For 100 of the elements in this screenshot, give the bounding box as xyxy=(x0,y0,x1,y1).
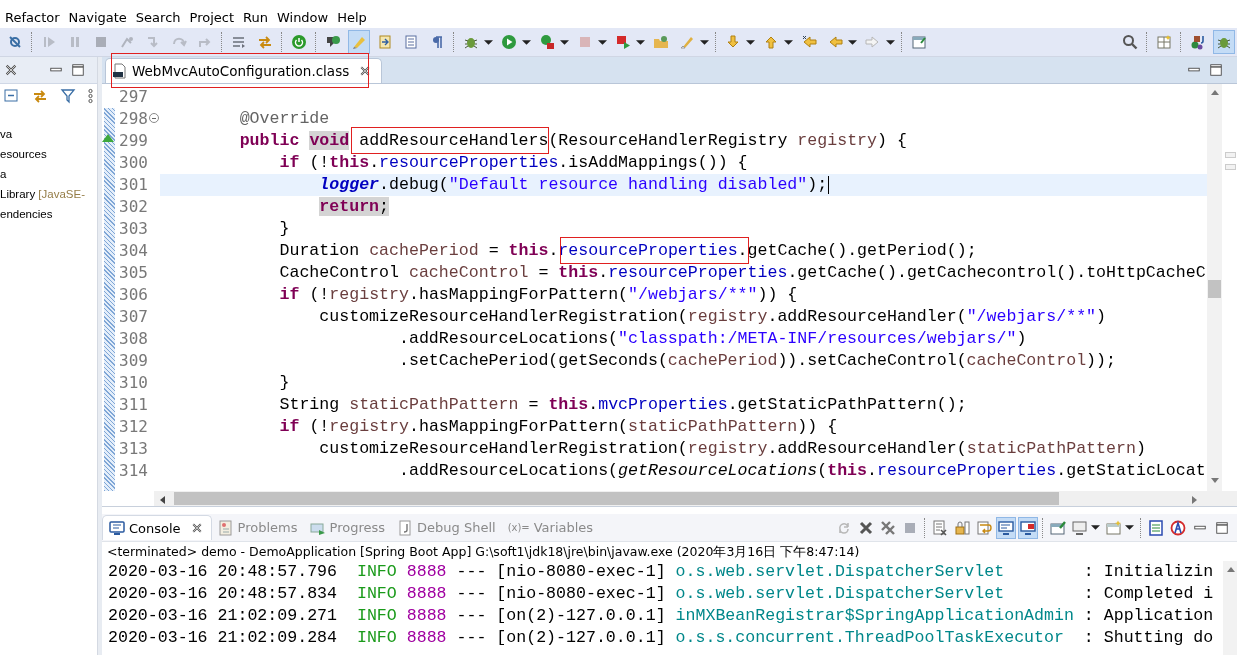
run-config-icon xyxy=(539,34,555,50)
caret-icon xyxy=(1125,525,1134,530)
search-icon xyxy=(1122,34,1138,50)
line-number: 307 xyxy=(118,306,149,328)
close-icon xyxy=(4,63,18,77)
line-number: 299 xyxy=(116,130,160,152)
console-status: <terminated> demo - DemoApplication [Spring Boot App] G:\soft1\jdk18\jre\bin\javaw.exe (2020年3月16日 下午8:47:14) xyxy=(106,543,861,561)
code-line: .addResourceLocations("classpath:/META-INF/resources/webjars/") xyxy=(398,329,1027,348)
code-line: public void addResourceHandlers(ResourceHandlerRegistry registry) { xyxy=(160,131,907,150)
problems-icon xyxy=(217,519,234,536)
tree-item[interactable]: va xyxy=(0,124,13,144)
document-icon xyxy=(397,519,413,536)
log-line: 2020-03-16 21:02:09.271 INFO 8888 --- [on(2)-127.0.0.1] inMXBeanRegistrar$SpringApplicationAdmin : Application xyxy=(108,605,1215,627)
dropdown-button[interactable] xyxy=(1091,525,1100,530)
power-icon xyxy=(291,34,307,50)
maximize-icon xyxy=(1215,520,1229,535)
dropdown-button[interactable] xyxy=(560,39,569,45)
clear-console-icon xyxy=(932,519,948,536)
window-icon xyxy=(911,34,927,50)
remove-all-icon xyxy=(880,519,896,536)
pin-console-icon xyxy=(1050,519,1066,536)
menu-item[interactable]: Window xyxy=(275,9,335,25)
code-line: } xyxy=(278,373,290,392)
code-line: customizeResourceHandlerRegistration(registry.addResourceHandler(staticPathPattern) xyxy=(318,439,1146,458)
line-number: 304 xyxy=(118,240,149,262)
output-console-button[interactable] xyxy=(996,516,1016,539)
output-console-icon xyxy=(998,519,1014,536)
code-line: customizeResourceHandlerRegistration(registry.addResourceHandler("/webjars/**") xyxy=(318,307,1107,326)
code-line: if (!registry.hasMappingForPattern("/webjars/**")) { xyxy=(278,285,798,304)
dropdown-button[interactable] xyxy=(1125,525,1134,530)
dropdown-button[interactable] xyxy=(522,39,531,45)
line-number: 298 xyxy=(116,108,160,130)
highlighter-button[interactable] xyxy=(348,30,370,54)
menu-item[interactable]: Help xyxy=(336,9,373,25)
line-number: 312 xyxy=(118,416,149,438)
error-console-button[interactable] xyxy=(1018,516,1038,539)
dropdown-button[interactable] xyxy=(484,39,493,45)
code-line: logger.debug("Default resource handling disabled"); xyxy=(318,175,830,194)
caret-icon xyxy=(636,39,645,45)
line-number: 302 xyxy=(118,196,149,218)
link-arrows-icon xyxy=(32,88,48,104)
highlighter-icon xyxy=(351,34,367,50)
dropdown-button[interactable] xyxy=(598,39,607,45)
dropdown-button[interactable] xyxy=(700,39,709,45)
menu-item[interactable]: Run xyxy=(242,9,274,25)
caret-icon xyxy=(886,39,895,45)
stop-icon xyxy=(577,34,593,50)
code-line: Duration cachePeriod = this.resourceProperties.getCache().getPeriod(); xyxy=(160,241,977,260)
line-number: 306 xyxy=(118,284,149,306)
caret-icon xyxy=(522,39,531,45)
caret-icon xyxy=(848,39,857,45)
line-number: 303 xyxy=(118,218,149,240)
line-number: 313 xyxy=(118,438,149,460)
text-cursor xyxy=(828,175,830,194)
line-number: 300 xyxy=(118,152,149,174)
code-line: CacheControl cacheControl = this.resourceProperties.getCache().getCachecontrol().toHttpCacheC xyxy=(278,263,1206,282)
line-number: 314 xyxy=(118,460,149,482)
arrow-up-icon xyxy=(763,34,779,50)
dropdown-button[interactable] xyxy=(784,39,793,45)
swap-arrows-icon xyxy=(257,34,273,50)
lines-icon xyxy=(231,34,247,50)
menu-item[interactable]: Refactor xyxy=(4,9,66,25)
dropdown-button[interactable] xyxy=(746,39,755,45)
brush-icon xyxy=(679,34,695,50)
step-into-icon xyxy=(145,34,161,50)
line-number: 310 xyxy=(118,372,149,394)
filter-icon xyxy=(60,88,76,104)
editor-tab[interactable]: WebMvcAutoConfiguration.class xyxy=(105,58,383,83)
arrow-down-icon xyxy=(725,34,741,50)
log-line: 2020-03-16 20:48:57.834 INFO 8888 --- [nio-8080-exec-1] o.s.web.servlet.DispatcherServlet : Completed i xyxy=(108,583,1215,605)
caret-icon xyxy=(598,39,607,45)
caret-icon xyxy=(784,39,793,45)
code-line: if (!this.resourceProperties.isAddMappings()) { xyxy=(278,153,748,172)
fold-toggle[interactable] xyxy=(149,113,159,123)
log-line: 2020-03-16 20:48:57.796 INFO 8888 --- [nio-8080-exec-1] o.s.web.servlet.DispatcherServlet : Initializin xyxy=(108,561,1215,583)
scroll-lock-icon xyxy=(954,519,970,536)
maximize-icon xyxy=(1209,63,1223,77)
dropdown-button[interactable] xyxy=(886,39,895,45)
code-line: if (!registry.hasMappingForPattern(staticPathPattern)) { xyxy=(278,417,838,436)
collapse-icon xyxy=(4,88,20,104)
tree-item[interactable]: a xyxy=(0,164,7,184)
folder-icon xyxy=(653,34,669,50)
dropdown-button[interactable] xyxy=(848,39,857,45)
line-number: 305 xyxy=(118,262,149,284)
line-number: 301 xyxy=(118,174,149,196)
dropdown-button[interactable] xyxy=(636,39,645,45)
menu-item[interactable]: Search xyxy=(134,9,187,25)
code-line: String staticPathPattern = this.mvcProperties.getStaticPathPattern(); xyxy=(278,395,967,414)
tree-item[interactable]: endencies xyxy=(0,204,53,224)
tree-item[interactable]: esources xyxy=(0,144,47,164)
menu-item[interactable]: Project xyxy=(188,9,240,25)
close-icon xyxy=(190,522,203,534)
menu-item[interactable]: Navigate xyxy=(67,9,133,25)
tree-item[interactable]: Library [JavaSE- xyxy=(0,184,85,204)
bug-button[interactable] xyxy=(1213,30,1235,54)
caret-icon xyxy=(1091,525,1100,530)
close-icon xyxy=(858,519,874,536)
display-icon xyxy=(1072,519,1088,536)
line-number: 297 xyxy=(118,86,149,108)
view-tab[interactable]: Console xyxy=(102,515,212,540)
